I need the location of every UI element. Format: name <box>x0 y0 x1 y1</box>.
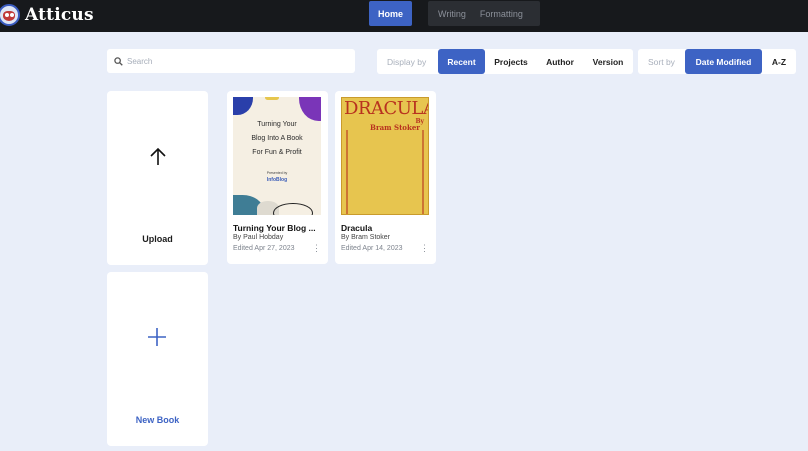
display-author-button[interactable]: Author <box>539 49 581 74</box>
book-author: By Bram Stoker <box>341 234 391 241</box>
atticus-logo-icon <box>0 4 20 26</box>
book-card[interactable]: DRACULA By Bram Stoker Dracula By Bram S… <box>335 91 436 264</box>
sort-date-modified-button[interactable]: Date Modified <box>685 49 762 74</box>
app-logo[interactable]: Atticus <box>0 3 94 27</box>
upload-arrow-icon <box>150 147 166 165</box>
upload-card[interactable]: Upload <box>107 91 208 265</box>
search-icon <box>114 56 123 66</box>
sort-by-group: Sort by Date Modified A-Z <box>638 49 796 74</box>
new-book-label: New Book <box>135 415 180 425</box>
display-version-button[interactable]: Version <box>586 49 630 74</box>
book-edited-date: Edited Apr 14, 2023 <box>341 245 403 252</box>
mode-tab-group: Writing Formatting <box>428 1 540 26</box>
search-box[interactable] <box>107 49 355 73</box>
more-options-icon[interactable]: ⋮ <box>312 243 321 254</box>
book-cover-image: Turning Your Blog Into A Book For Fun & … <box>233 97 321 215</box>
plus-icon <box>148 328 166 346</box>
tab-home[interactable]: Home <box>369 1 412 26</box>
sort-az-button[interactable]: A-Z <box>764 49 794 74</box>
display-by-group: Display by Recent Projects Author Versio… <box>377 49 633 74</box>
book-cover-image: DRACULA By Bram Stoker <box>341 97 429 215</box>
tab-writing[interactable]: Writing <box>438 9 466 19</box>
more-options-icon[interactable]: ⋮ <box>420 243 429 254</box>
app-name: Atticus <box>25 5 94 25</box>
sort-by-label: Sort by <box>648 57 675 67</box>
book-edited-date: Edited Apr 27, 2023 <box>233 245 295 252</box>
upload-label: Upload <box>142 234 173 244</box>
book-title: Dracula <box>341 223 373 233</box>
display-recent-button[interactable]: Recent <box>438 49 485 74</box>
tab-formatting[interactable]: Formatting <box>480 9 523 19</box>
book-card[interactable]: Turning Your Blog Into A Book For Fun & … <box>227 91 328 264</box>
display-projects-button[interactable]: Projects <box>488 49 534 74</box>
search-input[interactable] <box>127 56 327 66</box>
book-title: Turning Your Blog ... <box>233 223 316 233</box>
book-author: By Paul Hobday <box>233 234 284 241</box>
top-bar: Atticus Home Writing Formatting <box>0 0 808 32</box>
new-book-card[interactable]: New Book <box>107 272 208 446</box>
display-by-label: Display by <box>387 57 427 67</box>
